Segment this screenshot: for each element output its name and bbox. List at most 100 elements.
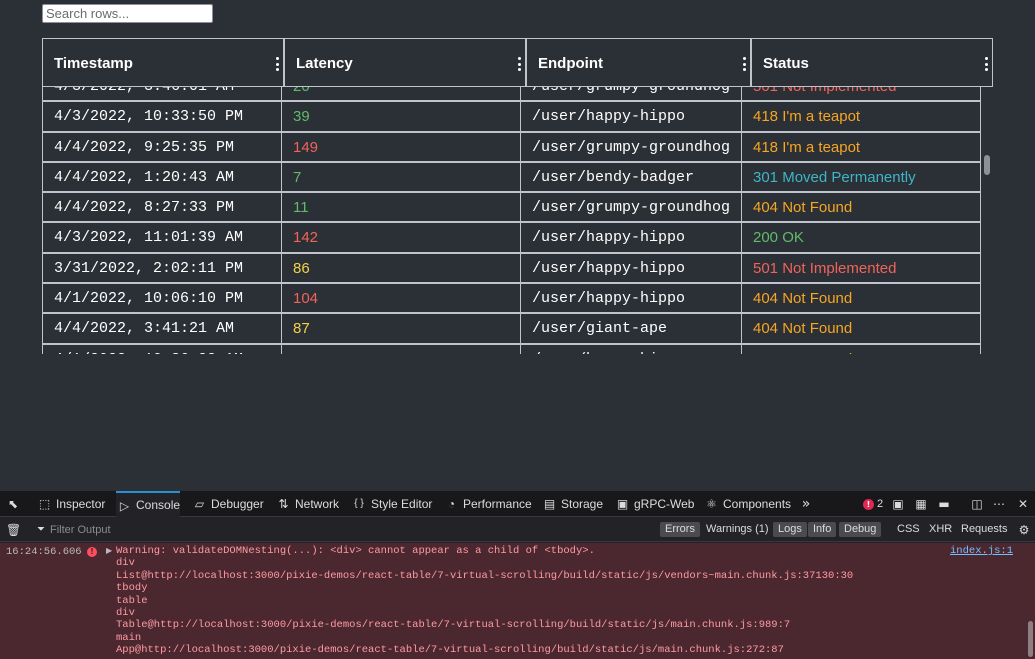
filter-errors-button[interactable]: Errors bbox=[660, 522, 700, 537]
search-input[interactable] bbox=[42, 4, 213, 23]
cell-endpoint: /user/happy-hippo bbox=[520, 343, 742, 354]
column-label: Timestamp bbox=[54, 55, 133, 72]
dock-side-icon[interactable]: ◫ bbox=[970, 497, 984, 511]
performance-icon: ◔ bbox=[447, 497, 456, 511]
table-row[interactable]: 4/1/2022, 10:06:10 PM 104/user/happy-hipp… bbox=[42, 283, 981, 314]
table-row[interactable]: 4/4/2022, 9:25:35 PM 149/user/grumpy-grou… bbox=[42, 131, 981, 163]
debugger-icon: ▱ bbox=[194, 497, 205, 511]
frame-picker-icon[interactable]: ▦ bbox=[914, 497, 928, 511]
column-menu-icon[interactable] bbox=[275, 57, 279, 71]
cell-latency: 142 bbox=[281, 222, 521, 253]
column-menu-icon[interactable] bbox=[742, 57, 746, 71]
cell-timestamp: 4/1/2022, 10:06:10 PM bbox=[42, 283, 282, 314]
error-count: 2 bbox=[877, 498, 884, 510]
tab-label: Performance bbox=[463, 497, 532, 511]
filter-requests-button[interactable]: Requests bbox=[956, 522, 1012, 537]
cell-timestamp: 3/31/2022, 2:02:11 PM bbox=[42, 252, 282, 284]
network-icon: ⇅ bbox=[278, 497, 289, 511]
cell-latency: 7 bbox=[281, 161, 521, 193]
cell-latency: 112 bbox=[281, 343, 521, 354]
message-source-link[interactable]: index.js:1 bbox=[950, 545, 1013, 557]
table-row[interactable]: 4/3/2022, 11:01:39 AM 142/user/happy-hipp… bbox=[42, 222, 981, 253]
table-scrollbar[interactable] bbox=[981, 87, 993, 354]
table-body[interactable]: 4/3/2022, 3:46:01 AM 20/user/grumpy-groun… bbox=[42, 84, 981, 354]
cell-timestamp: 4/3/2022, 11:01:39 AM bbox=[42, 222, 282, 253]
cell-status: 404 Not Found bbox=[741, 343, 981, 354]
screenshot-icon[interactable]: ▣ bbox=[891, 497, 905, 511]
cell-endpoint: /user/happy-hippo bbox=[520, 222, 742, 253]
cell-status: 200 OK bbox=[741, 222, 981, 253]
tab-components[interactable]: ⚛ Components bbox=[703, 491, 791, 517]
cell-latency: 86 bbox=[281, 252, 521, 284]
column-menu-icon[interactable] bbox=[517, 57, 521, 71]
table-row[interactable]: 4/1/2022, 10:36:22 AM112/user/happy-hipp… bbox=[42, 343, 981, 354]
style-editor-icon: { } bbox=[354, 498, 364, 509]
message-line: div bbox=[116, 557, 135, 570]
tab-network[interactable]: ⇅ Network bbox=[275, 491, 339, 517]
settings-gear-icon[interactable]: ⚙ bbox=[1017, 523, 1031, 537]
column-label: Latency bbox=[296, 55, 353, 72]
message-line: div bbox=[116, 607, 135, 620]
filter-logs-button[interactable]: Logs bbox=[773, 522, 807, 537]
devtools-toolbar: ⬉ ⬚ Inspector ▷ Console ▱ Debugger ⇅ Network { }… bbox=[0, 491, 1035, 517]
trash-icon[interactable]: 🗑 bbox=[6, 523, 21, 537]
measure-ruler-icon[interactable]: ▬ bbox=[937, 497, 951, 511]
filter-warnings-button[interactable]: Warnings (1) bbox=[701, 522, 774, 537]
cell-latency: 87 bbox=[281, 313, 521, 344]
table-header: Timestamp Latency Endpoint Status bbox=[42, 38, 993, 87]
filter-output-input[interactable] bbox=[36, 521, 286, 539]
element-picker-icon[interactable]: ⬉ bbox=[6, 497, 20, 511]
message-timestamp: 16:24:56.606 bbox=[6, 546, 82, 558]
message-line: main bbox=[116, 631, 142, 644]
cell-status: 404 Not Found bbox=[741, 313, 981, 344]
column-header-endpoint[interactable]: Endpoint bbox=[526, 38, 751, 87]
expand-caret-icon[interactable]: ▶ bbox=[106, 546, 112, 555]
close-icon[interactable]: ✕ bbox=[1016, 497, 1030, 511]
message-line: table bbox=[116, 594, 148, 607]
tab-grpc-web[interactable]: ▣ gRPC-Web bbox=[614, 491, 695, 517]
tab-label: Console bbox=[136, 498, 181, 512]
table-row[interactable]: 3/31/2022, 2:02:11 PM 86/user/happy-hippo… bbox=[42, 252, 981, 284]
table-row[interactable]: 4/4/2022, 8:27:33 PM 11/user/grumpy-groun… bbox=[42, 192, 981, 223]
column-header-status[interactable]: Status bbox=[751, 38, 993, 87]
cell-status: 404 Not Found bbox=[741, 192, 981, 223]
devtools-panel: ⬉ ⬚ Inspector ▷ Console ▱ Debugger ⇅ Network { }… bbox=[0, 491, 1035, 659]
cell-timestamp: 4/4/2022, 8:27:33 PM bbox=[42, 192, 282, 223]
more-tabs-icon[interactable]: » bbox=[800, 497, 812, 511]
table-row[interactable]: 4/3/2022, 10:33:50 PM 39/user/happy-hippo… bbox=[42, 101, 981, 132]
tab-console[interactable]: ▷ Console bbox=[116, 491, 181, 517]
cell-latency: 149 bbox=[281, 131, 521, 162]
tab-performance[interactable]: ◔ Performance bbox=[443, 491, 532, 517]
cell-status: 501 Not Implemented bbox=[741, 252, 981, 284]
console-output: 16:24:56.606 ! ▶ Warning: validateDOMNes… bbox=[0, 543, 1035, 659]
tab-inspector[interactable]: ⬚ Inspector bbox=[36, 491, 106, 517]
scrollbar-thumb[interactable] bbox=[984, 155, 990, 175]
console-scrollbar[interactable] bbox=[1028, 621, 1033, 657]
tab-storage[interactable]: ▤ Storage bbox=[541, 491, 603, 517]
filter-css-button[interactable]: CSS bbox=[892, 522, 925, 537]
message-line: Warning: validateDOMNesting(...): <div> … bbox=[116, 545, 595, 557]
tab-style-editor[interactable]: { } Style Editor bbox=[351, 491, 432, 517]
cell-latency: 39 bbox=[281, 101, 521, 132]
tab-debugger[interactable]: ▱ Debugger bbox=[191, 491, 264, 517]
cell-timestamp: 4/3/2022, 10:33:50 PM bbox=[42, 101, 282, 132]
cell-status: 418 I'm a teapot bbox=[741, 101, 981, 132]
more-options-icon[interactable]: ⋯ bbox=[992, 497, 1006, 511]
cell-status: 404 Not Found bbox=[741, 283, 981, 314]
column-menu-icon[interactable] bbox=[984, 57, 988, 71]
cell-endpoint: /user/happy-hippo bbox=[520, 283, 742, 314]
table-row[interactable]: 4/4/2022, 1:20:43 AM 7/user/bendy-badger 3… bbox=[42, 161, 981, 193]
cell-endpoint: /user/giant-ape bbox=[520, 313, 742, 344]
filter-xhr-button[interactable]: XHR bbox=[924, 522, 957, 537]
cell-endpoint: /user/bendy-badger bbox=[520, 161, 742, 193]
filter-debug-button[interactable]: Debug bbox=[839, 522, 882, 537]
column-header-timestamp[interactable]: Timestamp bbox=[42, 38, 284, 87]
error-message[interactable]: Warning: validateDOMNesting(...): <div> … bbox=[116, 545, 853, 657]
tab-label: Debugger bbox=[211, 497, 264, 511]
data-table: Timestamp Latency Endpoint Status 4/3/20… bbox=[42, 38, 993, 354]
error-count-badge[interactable]: ! 2 bbox=[863, 497, 883, 511]
filter-info-button[interactable]: Info bbox=[808, 522, 837, 537]
message-line: tbody bbox=[116, 582, 148, 595]
column-header-latency[interactable]: Latency bbox=[284, 38, 526, 87]
table-row[interactable]: 4/4/2022, 3:41:21 AM 87/user/giant-ape 404… bbox=[42, 313, 981, 344]
